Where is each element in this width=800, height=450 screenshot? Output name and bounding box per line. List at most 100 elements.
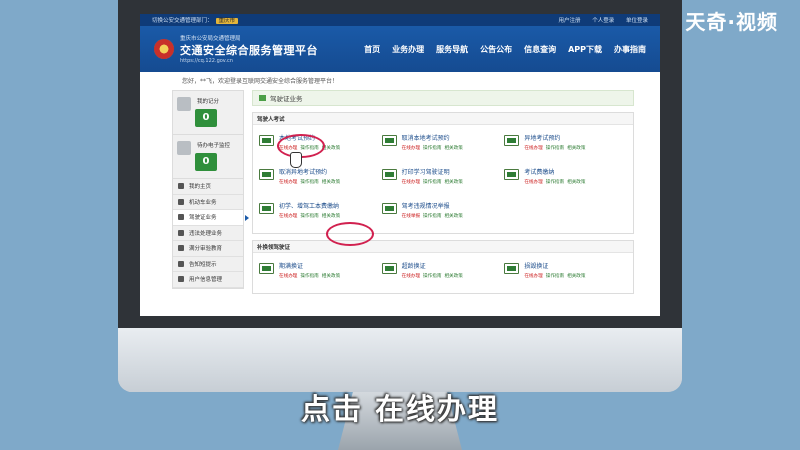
guide-link[interactable]: 操作指南 — [300, 180, 318, 185]
page-title: 驾驶证业务 — [270, 95, 303, 103]
renew-panel: 补换领驾驶证 期满换证 在线办理 操作指南 相关政策 超龄换证 在线办理 操作指南 相关政策损… — [252, 240, 634, 294]
city-switcher: 切换公安交通管理部门： 重庆市 — [152, 16, 239, 24]
car-icon — [178, 198, 184, 205]
sidebar-item-label: 违法处理业务 — [189, 230, 223, 237]
service-item: 初学、增驾工本费缴纳在线办理 操作指南 相关政策 — [259, 201, 382, 225]
service-name[interactable]: 初学、增驾工本费缴纳 — [279, 201, 343, 210]
guide-link[interactable]: 操作指南 — [423, 146, 441, 151]
online-handle-link[interactable]: 在线办理 — [402, 146, 420, 151]
service-name[interactable]: 取消异地考试预约 — [279, 167, 343, 176]
online-handle-link[interactable]: 在线办理 — [524, 274, 542, 279]
guide-link[interactable]: 操作指南 — [546, 180, 564, 185]
service-actions: 在线办理 操作指南 相关政策 — [402, 145, 466, 151]
guide-link[interactable]: 操作指南 — [546, 146, 564, 151]
online-handle-link[interactable]: 在线办理 — [524, 146, 542, 151]
main-content: 驾驶证业务 驾驶人考试 本地考试预约 在线办理 操作指南 相关政策 取消本地考试预约 在线… — [252, 90, 634, 294]
service-icon — [504, 169, 520, 180]
service-name[interactable]: 超龄换证 — [402, 261, 466, 270]
online-handle-link[interactable]: 在线办理 — [279, 274, 297, 279]
service-icon — [381, 169, 397, 180]
user-icon — [178, 276, 184, 283]
monitor-card[interactable]: 待办电子监控 0 — [173, 135, 243, 179]
guide-link[interactable]: 操作指南 — [546, 274, 564, 279]
service-icon — [381, 135, 397, 146]
personal-login-link[interactable]: 个人登录 — [592, 18, 614, 24]
watermark-logo: 天奇·视频 — [685, 10, 778, 34]
site-brand[interactable]: 重庆市公安局交通管理局 交通安全综合服务管理平台 https://cq.122.… — [180, 34, 318, 64]
sidebar-item-violation[interactable]: 违法处理业务 — [173, 226, 243, 241]
score-card[interactable]: 我的记分 0 — [173, 91, 243, 135]
guide-link[interactable]: 操作指南 — [423, 274, 441, 279]
policy-link[interactable]: 相关政策 — [444, 180, 462, 185]
home-icon — [178, 183, 184, 190]
service-name[interactable]: 打印学习驾驶证明 — [402, 167, 466, 176]
list-icon — [178, 245, 184, 252]
unit-login-link[interactable]: 单位登录 — [626, 18, 648, 24]
policy-link[interactable]: 相关政策 — [567, 180, 585, 185]
service-name[interactable]: 驾考违规情况举报 — [402, 201, 466, 210]
service-icon — [381, 263, 397, 274]
policy-link[interactable]: 相关政策 — [322, 180, 340, 185]
policy-link[interactable]: 相关政策 — [322, 274, 340, 279]
main-nav: 首页 业务办理 服务导航 公告公布 信息查询 APP下载 办事指南 — [352, 44, 646, 55]
hand-cursor-icon — [290, 152, 302, 168]
service-item: 异地考试预约在线办理 操作指南 相关政策 — [504, 133, 627, 157]
policy-link[interactable]: 相关政策 — [444, 274, 462, 279]
nav-query[interactable]: 信息查询 — [524, 44, 556, 55]
policy-link[interactable]: 相关政策 — [567, 274, 585, 279]
service-name[interactable]: 异地考试预约 — [524, 133, 588, 142]
online-handle-link[interactable]: 在线办理 — [279, 180, 297, 185]
online-handle-link[interactable]: 在线举报 — [402, 214, 420, 219]
service-item: 驾考违规情况举报 在线举报 操作指南 相关政策 — [381, 201, 505, 225]
policy-link[interactable]: 相关政策 — [444, 214, 462, 219]
service-name[interactable]: 损毁换证 — [524, 261, 588, 270]
nav-announcements[interactable]: 公告公布 — [480, 44, 512, 55]
account-links: 用户注册 个人登录 单位登录 — [548, 16, 648, 24]
sidebar-item-label: 用户信息管理 — [189, 277, 223, 284]
online-handle-link[interactable]: 在线办理 — [402, 274, 420, 279]
policy-link[interactable]: 相关政策 — [444, 146, 462, 151]
nav-service-guide[interactable]: 服务导航 — [436, 44, 468, 55]
service-item: 损毁换证在线办理 操作指南 相关政策 — [504, 261, 627, 285]
score-count: 0 — [195, 109, 217, 127]
sidebar-item-education[interactable]: 满分审验教育 — [173, 241, 243, 257]
city-selector[interactable]: 重庆市 — [215, 18, 239, 24]
online-handle-link[interactable]: 在线办理 — [402, 180, 420, 185]
policy-link[interactable]: 相关政策 — [567, 146, 585, 151]
monitor-chin — [118, 328, 682, 392]
service-item: 超龄换证在线办理 操作指南 相关政策 — [381, 261, 505, 285]
service-actions: 在线举报 操作指南 相关政策 — [402, 213, 466, 219]
sidebar-item-home[interactable]: 我的主页 — [173, 179, 243, 195]
service-name[interactable]: 考试费缴纳 — [524, 167, 588, 176]
service-icon — [259, 169, 274, 180]
nav-app-download[interactable]: APP下载 — [568, 44, 602, 55]
policy-link[interactable]: 相关政策 — [322, 214, 340, 219]
sidebar-item-license[interactable]: 驾驶证业务 — [173, 210, 249, 226]
sidebar-item-label: 我的主页 — [189, 184, 212, 191]
nav-business[interactable]: 业务办理 — [392, 44, 424, 55]
service-item: 考试费缴纳在线办理 操作指南 相关政策 — [504, 167, 627, 191]
police-emblem-icon — [154, 39, 174, 59]
service-item: 期满换证在线办理 操作指南 相关政策 — [259, 261, 382, 285]
service-name[interactable]: 期满换证 — [279, 261, 343, 270]
service-actions: 在线办理 操作指南 相关政策 — [279, 273, 343, 279]
sidebar-item-vehicle[interactable]: 机动车业务 — [173, 195, 243, 210]
register-link[interactable]: 用户注册 — [558, 18, 580, 24]
service-name[interactable]: 取消本地考试预约 — [402, 133, 466, 142]
service-icon — [504, 263, 520, 274]
nav-guide[interactable]: 办事指南 — [614, 44, 646, 55]
online-handle-link[interactable]: 在线办理 — [279, 214, 297, 219]
exam-panel: 驾驶人考试 本地考试预约 在线办理 操作指南 相关政策 取消本地考试预约 在线办理 操作指南… — [252, 112, 634, 234]
guide-link[interactable]: 操作指南 — [300, 274, 318, 279]
section-title-bar: 驾驶证业务 — [252, 90, 634, 106]
bell-icon — [178, 260, 184, 267]
nav-home[interactable]: 首页 — [364, 44, 380, 55]
sidebar-item-user-info[interactable]: 用户信息管理 — [173, 272, 243, 288]
camera-icon — [178, 229, 184, 236]
guide-link[interactable]: 操作指南 — [423, 180, 441, 185]
sidebar-item-notice[interactable]: 告知短提示 — [173, 257, 243, 272]
guide-link[interactable]: 操作指南 — [300, 214, 318, 219]
guide-link[interactable]: 操作指南 — [423, 214, 441, 219]
highlight-circle — [326, 222, 374, 246]
online-handle-link[interactable]: 在线办理 — [524, 180, 542, 185]
